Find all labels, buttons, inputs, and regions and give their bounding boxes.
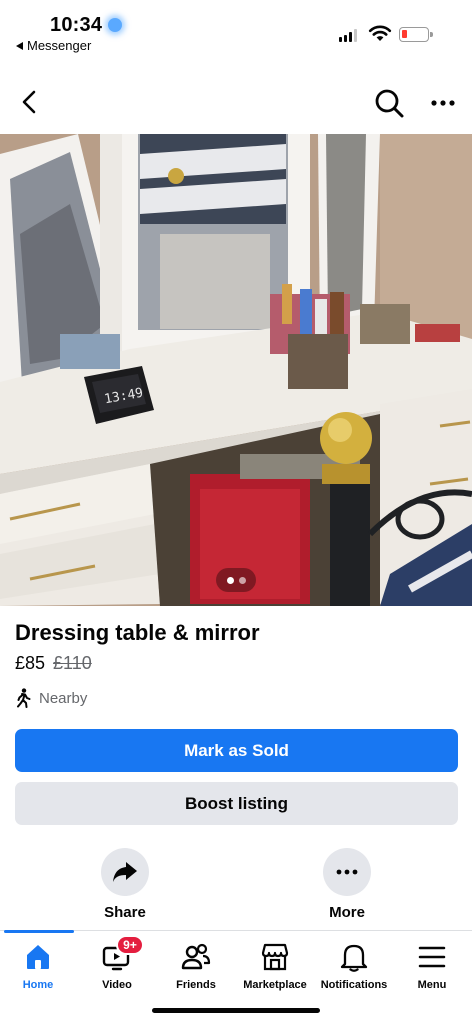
chevron-left-icon[interactable] [14,86,46,118]
boost-listing-button[interactable]: Boost listing [15,782,458,825]
price-row: £85 £110 [15,653,92,674]
tab-marketplace[interactable]: Marketplace [235,941,315,991]
home-indicator[interactable] [152,1008,320,1013]
listing-price: £85 [15,653,46,673]
wifi-icon [368,25,392,41]
marketplace-icon [261,943,289,971]
share-button[interactable] [101,848,149,896]
more-dots-icon [336,869,358,875]
video-icon: 9+ [101,935,144,973]
share-label: Share [104,904,146,921]
tab-home[interactable]: Home [0,941,78,991]
listing-photo-illustration: 13:49 [0,134,472,606]
listing-photo[interactable]: 13:49 [0,134,472,606]
status-bar: 10:34 Messenger [0,0,472,60]
more-button[interactable] [323,848,371,896]
share-arrow-icon [113,862,137,882]
more-horizontal-icon[interactable] [428,88,458,118]
more-label: More [329,904,365,921]
status-time: 10:34 [50,14,103,36]
notification-badge: 9+ [116,935,144,955]
photo-pagination[interactable] [216,568,256,592]
share-action[interactable]: Share [80,848,170,921]
active-tab-indicator [4,930,74,933]
back-triangle-icon [16,41,23,50]
location-row: Nearby [15,688,87,708]
tab-marketplace-label: Marketplace [243,979,307,991]
tab-menu[interactable]: Menu [392,941,472,991]
tab-menu-label: Menu [417,979,447,991]
menu-icon [418,946,446,968]
search-icon[interactable] [372,86,406,120]
listing-title: Dressing table & mirror [15,620,260,645]
battery-icon [399,27,433,42]
mark-as-sold-button[interactable]: Mark as Sold [15,729,458,772]
bell-icon [340,944,368,972]
tab-video-label: Video [102,979,132,991]
pagination-dot-active [226,576,234,584]
walking-person-icon [17,688,31,708]
home-icon [27,945,49,969]
back-app-label: Messenger [27,38,92,53]
battery-level [402,30,407,38]
pagination-dot [238,576,246,584]
tab-friends[interactable]: Friends [156,941,236,991]
cellular-signal-icon [339,28,357,42]
friends-icon [181,943,211,970]
top-nav [0,80,472,126]
location-label: Nearby [39,689,88,707]
tab-notifications-label: Notifications [320,979,388,991]
tab-friends-label: Friends [176,979,216,991]
listing-original-price: £110 [53,653,92,673]
back-to-app-link[interactable]: Messenger [16,38,91,53]
tab-notifications[interactable]: Notifications [314,941,394,991]
more-action[interactable]: More [302,848,392,921]
location-indicator-icon [108,18,122,32]
tab-video[interactable]: 9+ Video [77,935,157,991]
tab-home-label: Home [22,979,54,991]
